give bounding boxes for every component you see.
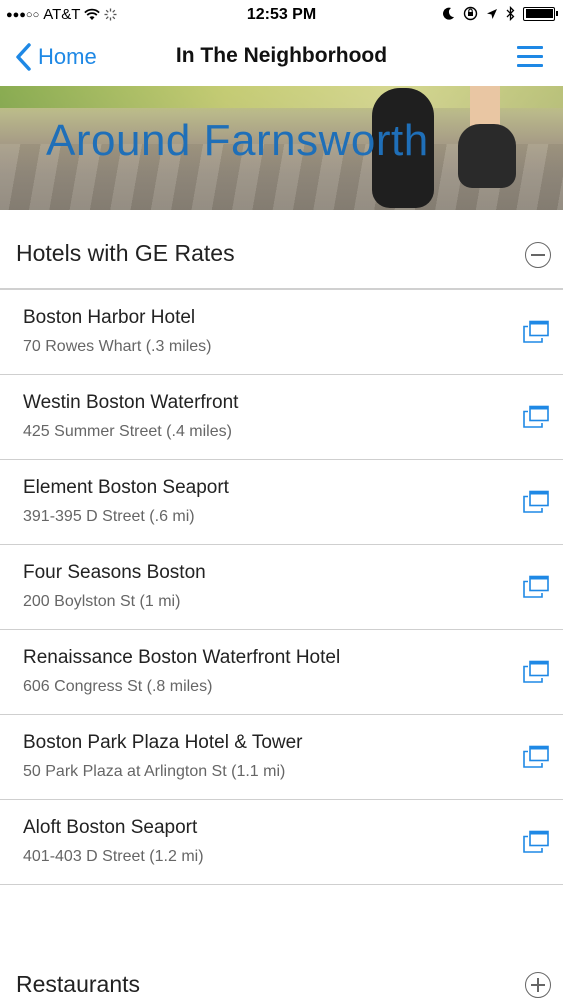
list-item[interactable]: Four Seasons Boston 200 Boylston St (1 m… — [0, 545, 563, 630]
open-external-icon[interactable] — [522, 320, 550, 344]
list-item[interactable]: Aloft Boston Seaport 401-403 D Street (1… — [0, 800, 563, 885]
hotel-name: Boston Harbor Hotel — [23, 307, 196, 328]
location-arrow-icon — [487, 8, 497, 19]
hotel-list: Boston Harbor Hotel 70 Rowes Whart (.3 m… — [0, 290, 563, 885]
battery-icon — [523, 6, 558, 21]
hotel-address: 70 Rowes Whart (.3 miles) — [23, 338, 212, 355]
hotel-address: 200 Boylston St (1 mi) — [23, 593, 181, 610]
plus-circle-icon[interactable] — [525, 972, 551, 998]
open-external-icon[interactable] — [522, 490, 550, 514]
list-item[interactable]: Renaissance Boston Waterfront Hotel 606 … — [0, 630, 563, 715]
bluetooth-icon — [506, 6, 515, 21]
running-shoe — [458, 124, 516, 188]
hotel-name: Element Boston Seaport — [23, 477, 229, 498]
open-external-icon[interactable] — [522, 660, 550, 684]
hotel-name: Westin Boston Waterfront — [23, 392, 239, 413]
open-external-icon[interactable] — [522, 745, 550, 769]
hotel-address: 401-403 D Street (1.2 mi) — [23, 848, 204, 865]
minus-circle-icon[interactable] — [525, 242, 551, 268]
hotel-address: 425 Summer Street (.4 miles) — [23, 423, 232, 440]
orientation-lock-icon — [463, 6, 478, 21]
list-item[interactable]: Boston Park Plaza Hotel & Tower 50 Park … — [0, 715, 563, 800]
hotel-name: Four Seasons Boston — [23, 562, 206, 583]
hotel-name: Renaissance Boston Waterfront Hotel — [23, 647, 341, 668]
hotel-address: 606 Congress St (.8 miles) — [23, 678, 213, 695]
section-header-restaurants[interactable]: Restaurants — [0, 940, 563, 1000]
header-banner: Around Farnsworth — [0, 86, 563, 210]
section-header-hotels[interactable]: Hotels with GE Rates — [0, 212, 563, 290]
hotel-address: 50 Park Plaza at Arlington St (1.1 mi) — [23, 763, 286, 780]
list-item[interactable]: Boston Harbor Hotel 70 Rowes Whart (.3 m… — [0, 290, 563, 375]
hotel-name: Boston Park Plaza Hotel & Tower — [23, 732, 303, 753]
list-item[interactable]: Element Boston Seaport 391-395 D Street … — [0, 460, 563, 545]
moon-icon — [443, 7, 454, 20]
hotel-address: 391-395 D Street (.6 mi) — [23, 508, 195, 525]
list-item[interactable]: Westin Boston Waterfront 425 Summer Stre… — [0, 375, 563, 460]
navigation-bar: Home In The Neighborhood — [0, 30, 563, 86]
hamburger-menu-icon[interactable] — [517, 46, 543, 70]
status-right — [443, 6, 558, 21]
page-title: In The Neighborhood — [175, 44, 388, 67]
open-external-icon[interactable] — [522, 405, 550, 429]
open-external-icon[interactable] — [522, 575, 550, 599]
section-title-hotels: Hotels with GE Rates — [16, 240, 235, 266]
status-bar: ●●●○○ AT&T 12:53 PM — [0, 0, 563, 30]
section-title-restaurants: Restaurants — [16, 971, 141, 997]
banner-title: Around Farnsworth — [46, 116, 429, 165]
hotel-name: Aloft Boston Seaport — [23, 817, 198, 838]
open-external-icon[interactable] — [522, 830, 550, 854]
